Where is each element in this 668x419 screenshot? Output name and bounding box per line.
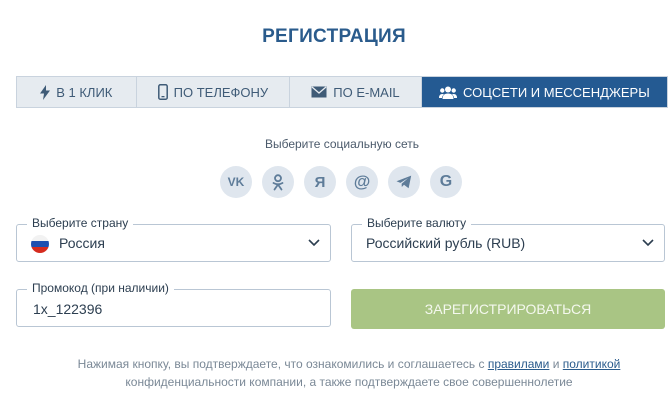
tab-phone[interactable]: ПО ТЕЛЕФОНУ <box>136 77 291 107</box>
social-networks: VK Я @ G <box>220 166 462 198</box>
country-value: Россия <box>59 235 105 251</box>
users-icon <box>439 86 457 99</box>
tab-email[interactable]: ПО E-MAIL <box>290 77 422 107</box>
phone-icon <box>157 84 168 100</box>
google-icon: G <box>439 173 453 190</box>
tab-label: СОЦСЕТИ И МЕССЕНДЖЕРЫ <box>463 84 650 100</box>
social-caption: Выберите социальную сеть <box>264 137 420 151</box>
country-legend: Выберите страну <box>27 216 134 230</box>
telegram-button[interactable] <box>388 166 420 198</box>
registration-tabs: В 1 КЛИК ПО ТЕЛЕФОНУ ПО E-MAIL СОЦСЕТИ И… <box>16 76 668 108</box>
consent-part1: Нажимая кнопку, вы подтверждаете, что оз… <box>77 357 488 371</box>
consent-and: и <box>549 357 563 371</box>
promo-legend: Промокод (при наличии) <box>27 281 174 295</box>
country-select[interactable]: Выберите страну Россия <box>16 216 331 262</box>
tab-social[interactable]: СОЦСЕТИ И МЕССЕНДЖЕРЫ <box>421 77 667 107</box>
promo-code-input[interactable]: Промокод (при наличии) 1x_122396 <box>16 281 331 327</box>
telegram-icon <box>396 175 412 189</box>
tab-label: В 1 КЛИК <box>56 84 113 100</box>
lightning-icon <box>40 84 51 100</box>
chevron-down-icon <box>642 239 654 247</box>
consent-part2: конфиденциальности компании, а также под… <box>125 375 573 389</box>
tab-label: ПО ТЕЛЕФОНУ <box>173 84 269 100</box>
tab-label: ПО E-MAIL <box>333 84 400 100</box>
yandex-button[interactable]: Я <box>304 166 336 198</box>
policy-link[interactable]: политикой <box>563 357 621 371</box>
odnoklassniki-icon <box>272 173 284 190</box>
promo-value: 1x_122396 <box>33 301 103 317</box>
currency-select[interactable]: Выберите валюту Российский рубль (RUB) <box>351 216 665 262</box>
consent-text: Нажимая кнопку, вы подтверждаете, что оз… <box>40 355 658 391</box>
google-button[interactable]: G <box>430 166 462 198</box>
envelope-icon <box>311 86 327 98</box>
tab-one-click[interactable]: В 1 КЛИК <box>17 77 137 107</box>
vk-button[interactable]: VK <box>220 166 252 198</box>
yandex-icon: Я <box>314 173 326 191</box>
register-button[interactable]: ЗАРЕГИСТРИРОВАТЬСЯ <box>351 289 665 329</box>
page-title: РЕГИСТРАЦИЯ <box>262 26 406 47</box>
odnoklassniki-button[interactable] <box>262 166 294 198</box>
vk-icon: VK <box>227 175 245 189</box>
chevron-down-icon <box>308 239 320 247</box>
mail-button[interactable]: @ <box>346 166 378 198</box>
russia-flag-icon <box>31 235 49 253</box>
currency-value: Российский рубль (RUB) <box>366 235 526 251</box>
at-icon: @ <box>353 172 371 191</box>
rules-link[interactable]: правилами <box>488 357 550 371</box>
currency-legend: Выберите валюту <box>362 216 472 230</box>
